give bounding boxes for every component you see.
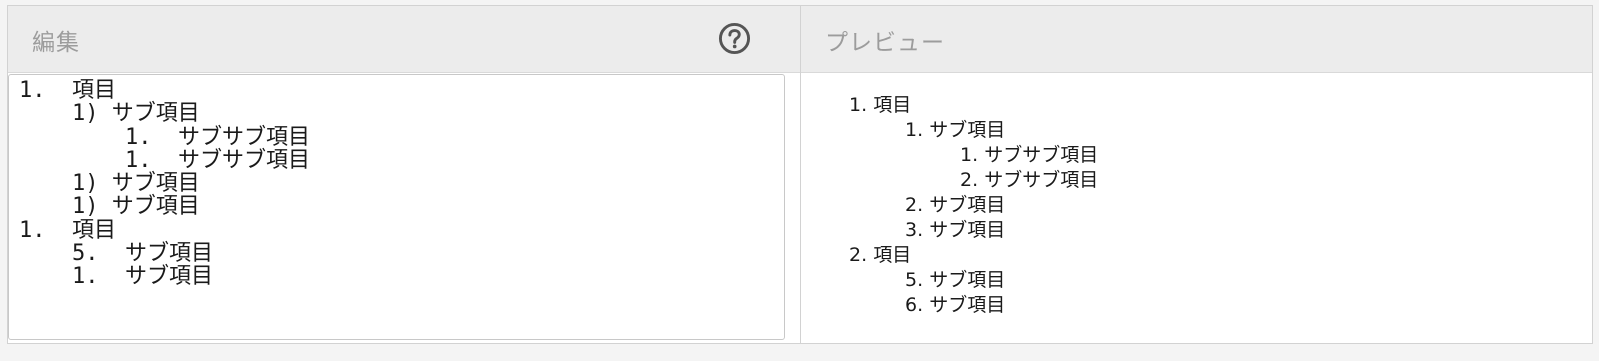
preview-item-number: 6. xyxy=(905,294,924,316)
markdown-editor-frame: 編集 1. 項目 1) サブ項目 1. サブサブ項目 1. サブサブ項目 1) … xyxy=(7,5,1593,344)
editor-line: 5. サブ項目 xyxy=(19,241,213,267)
preview-item-text: サブ項目 xyxy=(929,194,1006,216)
preview-item-number: 2. xyxy=(849,244,868,266)
preview-list-item: 2. サブサブ項目 xyxy=(849,168,1098,193)
editor-line: 1. 項目 xyxy=(19,217,116,243)
preview-list-item: 2. サブ項目 xyxy=(849,193,1098,218)
preview-list-item: 6. サブ項目 xyxy=(849,293,1098,318)
preview-list-item: 1. 項目 xyxy=(849,93,1098,118)
preview-body: 1. 項目 1. サブ項目 1. サブサブ項目 2. サブサブ項目 2. サブ項目 3. … xyxy=(801,74,1592,343)
editor-line: 1. 項目 xyxy=(19,78,116,103)
editor-line: 1. サブサブ項目 xyxy=(19,147,310,173)
question-circle-icon[interactable] xyxy=(718,22,751,55)
preview-list-item: 5. サブ項目 xyxy=(849,268,1098,293)
preview-item-number: 1. xyxy=(960,144,979,166)
preview-list-item: 1. サブ項目 xyxy=(849,118,1098,143)
markdown-editor-textarea[interactable]: 1. 項目 1) サブ項目 1. サブサブ項目 1. サブサブ項目 1) サブ項… xyxy=(8,74,785,340)
preview-item-number: 1. xyxy=(849,94,868,116)
editor-line: 1) サブ項目 xyxy=(19,101,200,127)
preview-pane: プレビュー 1. 項目 1. サブ項目 1. サブサブ項目 2. サブサブ項目 2. サ… xyxy=(801,6,1592,343)
edit-pane-title: 編集 xyxy=(32,30,80,56)
preview-item-number: 2. xyxy=(905,194,924,216)
preview-list-item: 1. サブサブ項目 xyxy=(849,143,1098,168)
editor-line: 1) サブ項目 xyxy=(19,171,200,197)
edit-pane-header: 編集 xyxy=(8,6,800,73)
preview-item-text: サブサブ項目 xyxy=(984,169,1099,191)
preview-item-text: 項目 xyxy=(873,94,912,116)
preview-item-text: サブサブ項目 xyxy=(984,144,1099,166)
preview-item-text: サブ項目 xyxy=(929,219,1006,241)
preview-item-number: 2. xyxy=(960,169,979,191)
editor-line: 1. サブサブ項目 xyxy=(19,124,310,150)
preview-list: 1. 項目 1. サブ項目 1. サブサブ項目 2. サブサブ項目 2. サブ項目 3. … xyxy=(849,93,1098,318)
preview-list-item: 2. 項目 xyxy=(849,243,1098,268)
preview-item-text: 項目 xyxy=(873,244,912,266)
preview-item-text: サブ項目 xyxy=(929,119,1006,141)
edit-pane: 編集 1. 項目 1) サブ項目 1. サブサブ項目 1. サブサブ項目 1) … xyxy=(8,6,801,343)
preview-pane-header: プレビュー xyxy=(801,6,1592,73)
editor-line: 1. サブ項目 xyxy=(19,264,213,290)
preview-item-number: 3. xyxy=(905,219,924,241)
preview-pane-title: プレビュー xyxy=(825,30,945,56)
preview-list-item: 3. サブ項目 xyxy=(849,218,1098,243)
preview-item-number: 1. xyxy=(905,119,924,141)
preview-item-text: サブ項目 xyxy=(929,269,1006,291)
editor-line: 1) サブ項目 xyxy=(19,194,200,220)
preview-item-number: 5. xyxy=(905,269,924,291)
preview-item-text: サブ項目 xyxy=(929,294,1006,316)
